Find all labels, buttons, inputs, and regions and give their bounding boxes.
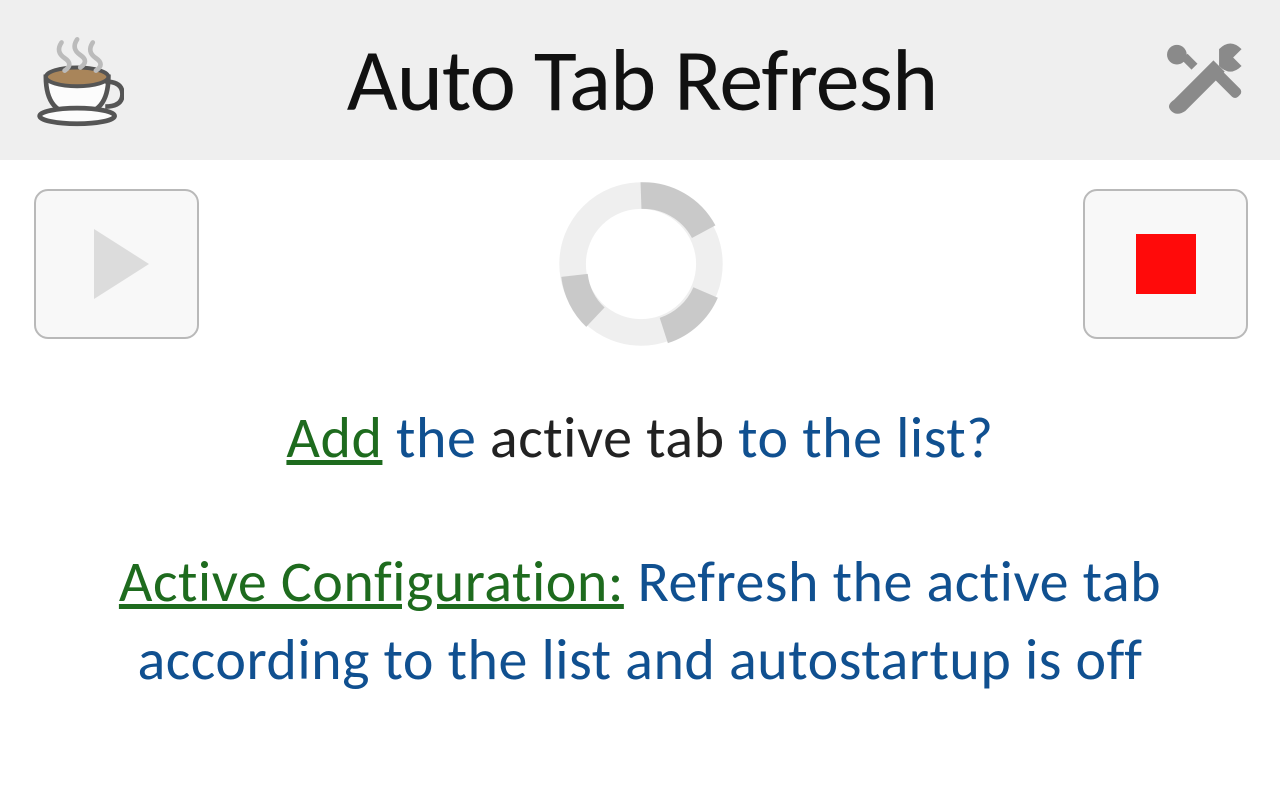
tools-icon[interactable]: [1160, 35, 1250, 125]
prompt-text-2: to the list?: [725, 402, 994, 473]
play-button[interactable]: [34, 189, 199, 339]
config-text-2: according to the list and autostartup is…: [138, 624, 1143, 695]
config-text-1: Refresh the active tab: [624, 546, 1161, 617]
play-icon: [94, 229, 149, 299]
stop-button[interactable]: [1083, 189, 1248, 339]
active-tab-label: active tab: [490, 402, 725, 473]
spinner-container: [199, 169, 1083, 359]
active-configuration-block: Active Configuration: Refresh the active…: [0, 543, 1280, 700]
coffee-cup-icon: [24, 30, 124, 130]
controls-row: [0, 160, 1280, 360]
add-link[interactable]: Add: [286, 402, 382, 473]
prompt-text-1: the: [382, 402, 489, 473]
stop-icon: [1136, 234, 1196, 294]
active-configuration-link[interactable]: Active Configuration:: [119, 546, 624, 617]
app-header: Auto Tab Refresh: [0, 0, 1280, 160]
loading-spinner-icon: [546, 169, 736, 359]
add-tab-prompt: Add the active tab to the list?: [0, 402, 1280, 473]
app-title: Auto Tab Refresh: [347, 26, 937, 134]
